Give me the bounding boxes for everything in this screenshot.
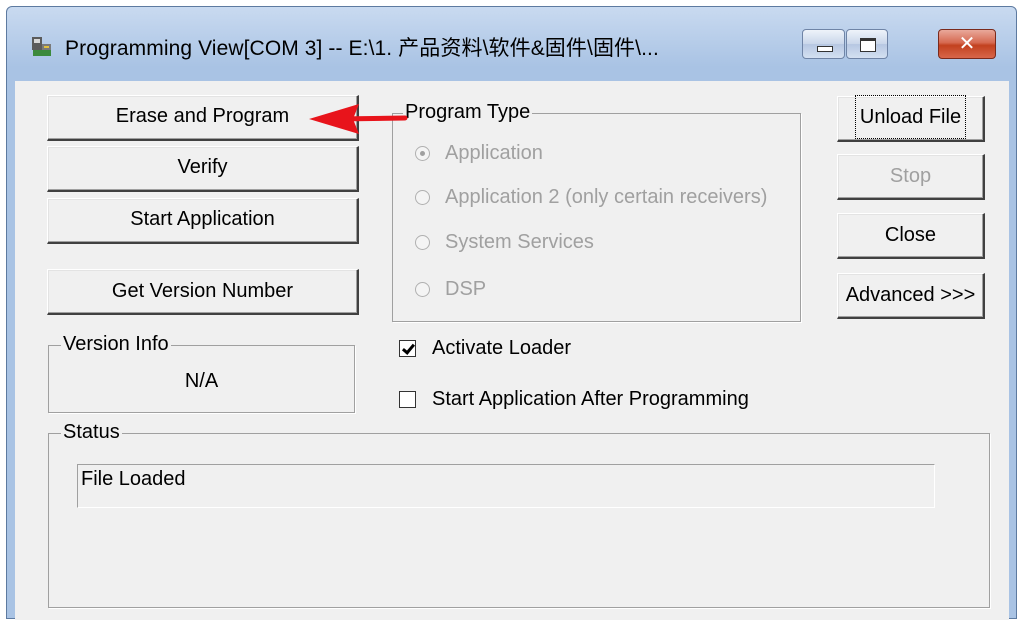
start-after-programming-checkbox[interactable]: [399, 391, 416, 408]
status-text: File Loaded: [81, 468, 186, 490]
maximize-button[interactable]: [846, 29, 888, 59]
start-application-label: Start Application: [130, 208, 275, 230]
radio-application-label: Application: [445, 142, 543, 164]
program-type-label: Program Type: [403, 101, 533, 124]
programmer-app-icon: [32, 37, 51, 56]
close-icon: ✕: [958, 31, 976, 55]
unload-file-button[interactable]: Unload File: [837, 95, 985, 142]
radio-dsp[interactable]: DSP: [415, 278, 486, 301]
status-group: Status File Loaded: [48, 421, 990, 608]
programming-view-window: Programming View[COM 3] -- E:\1. 产品资料\软件…: [6, 6, 1017, 620]
radio-system-services[interactable]: System Services: [415, 231, 594, 254]
maximize-icon: [860, 38, 876, 52]
radio-button: [415, 235, 430, 250]
radio-system-services-label: System Services: [445, 231, 594, 253]
activate-loader-checkbox[interactable]: [399, 340, 416, 357]
radio-application-2-label: Application 2 (only certain receivers): [445, 186, 768, 208]
radio-application[interactable]: Application: [415, 142, 543, 165]
version-info-group: Version Info N/A: [48, 333, 355, 413]
stop-button[interactable]: Stop: [837, 154, 985, 200]
stop-label: Stop: [889, 165, 932, 187]
verify-label: Verify: [177, 156, 228, 178]
activate-loader-checkbox-row[interactable]: Activate Loader: [399, 337, 571, 360]
erase-and-program-button[interactable]: Erase and Program: [47, 95, 359, 141]
radio-button: [415, 282, 430, 297]
unload-file-label: Unload File: [854, 95, 967, 139]
close-label: Close: [884, 224, 937, 246]
version-info-value: N/A: [184, 370, 219, 392]
radio-dsp-label: DSP: [445, 278, 487, 300]
get-version-number-button[interactable]: Get Version Number: [47, 269, 359, 315]
radio-application-2[interactable]: Application 2 (only certain receivers): [415, 186, 767, 209]
activate-loader-label: Activate Loader: [432, 337, 571, 359]
verify-button[interactable]: Verify: [47, 146, 359, 192]
window-title: Programming View[COM 3] -- E:\1. 产品资料\软件…: [65, 37, 659, 60]
status-text-field: File Loaded: [77, 464, 935, 508]
erase-and-program-label: Erase and Program: [115, 105, 290, 127]
radio-button-selected: [415, 146, 430, 161]
advanced-button[interactable]: Advanced >>>: [837, 273, 985, 319]
version-info-label: Version Info: [61, 333, 171, 356]
title-bar[interactable]: Programming View[COM 3] -- E:\1. 产品资料\软件…: [7, 7, 1016, 81]
get-version-number-label: Get Version Number: [111, 280, 294, 302]
start-after-programming-checkbox-row[interactable]: Start Application After Programming: [399, 388, 749, 411]
close-button[interactable]: Close: [837, 213, 985, 259]
minimize-button[interactable]: [802, 29, 845, 59]
minimize-icon: [817, 46, 833, 52]
start-application-button[interactable]: Start Application: [47, 198, 359, 244]
radio-button: [415, 190, 430, 205]
status-label: Status: [61, 421, 122, 444]
dialog-client-area: Erase and Program Verify Start Applicati…: [15, 81, 1009, 620]
close-window-button[interactable]: ✕: [938, 29, 996, 59]
start-after-programming-label: Start Application After Programming: [432, 388, 749, 410]
advanced-label: Advanced >>>: [845, 284, 976, 306]
program-type-group: Program Type Application Application 2 (…: [392, 101, 801, 322]
